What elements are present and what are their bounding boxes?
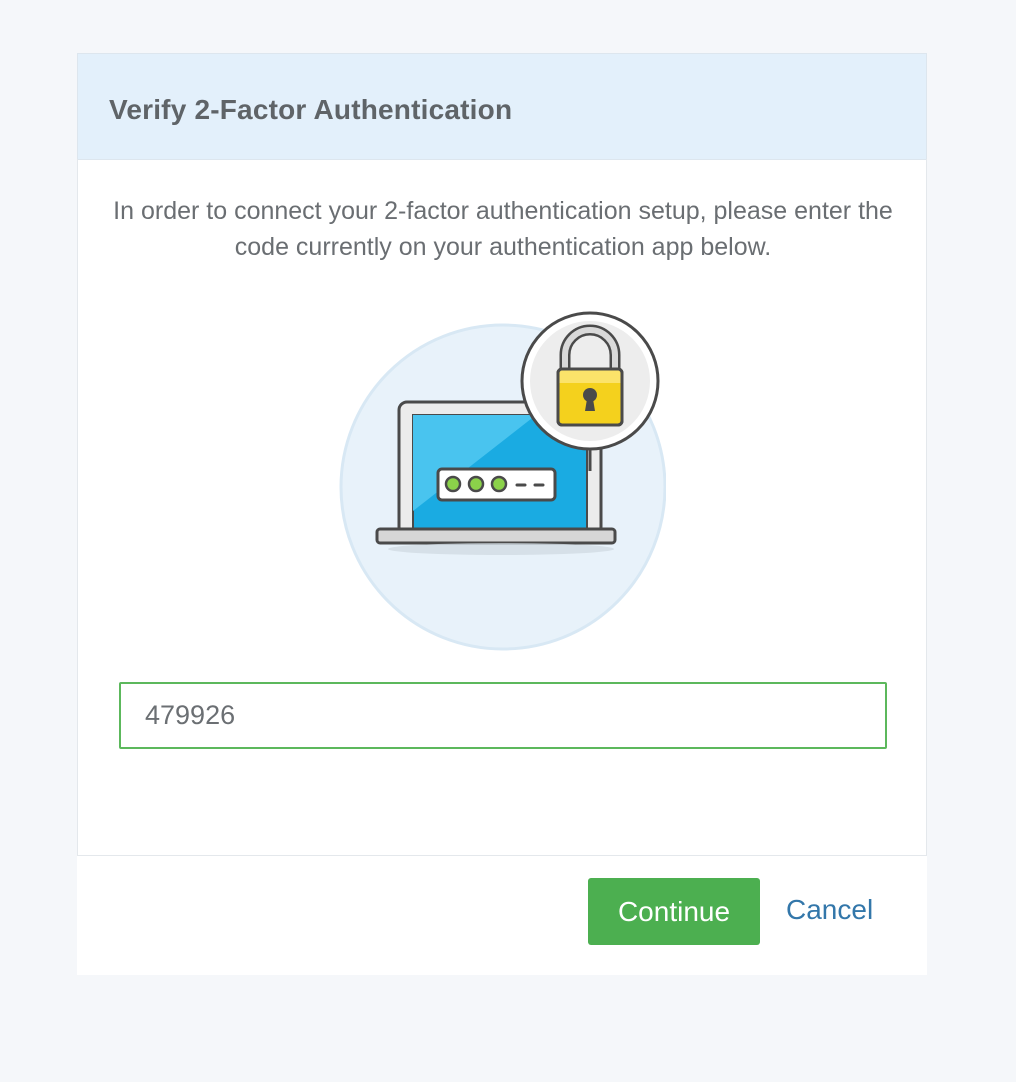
verification-code-input[interactable] — [119, 682, 887, 749]
modal-body: In order to connect your 2-factor authen… — [77, 159, 927, 856]
modal-title: Verify 2-Factor Authentication — [109, 94, 513, 125]
continue-button[interactable]: Continue — [588, 878, 760, 945]
modal-footer: Continue Cancel — [77, 856, 927, 975]
verify-2fa-modal: Verify 2-Factor Authentication In order … — [77, 53, 927, 975]
cancel-link[interactable]: Cancel — [786, 894, 873, 926]
modal-header: Verify 2-Factor Authentication — [77, 53, 927, 160]
laptop-lock-icon — [336, 311, 667, 657]
instructions-text: In order to connect your 2-factor authen… — [113, 197, 893, 261]
